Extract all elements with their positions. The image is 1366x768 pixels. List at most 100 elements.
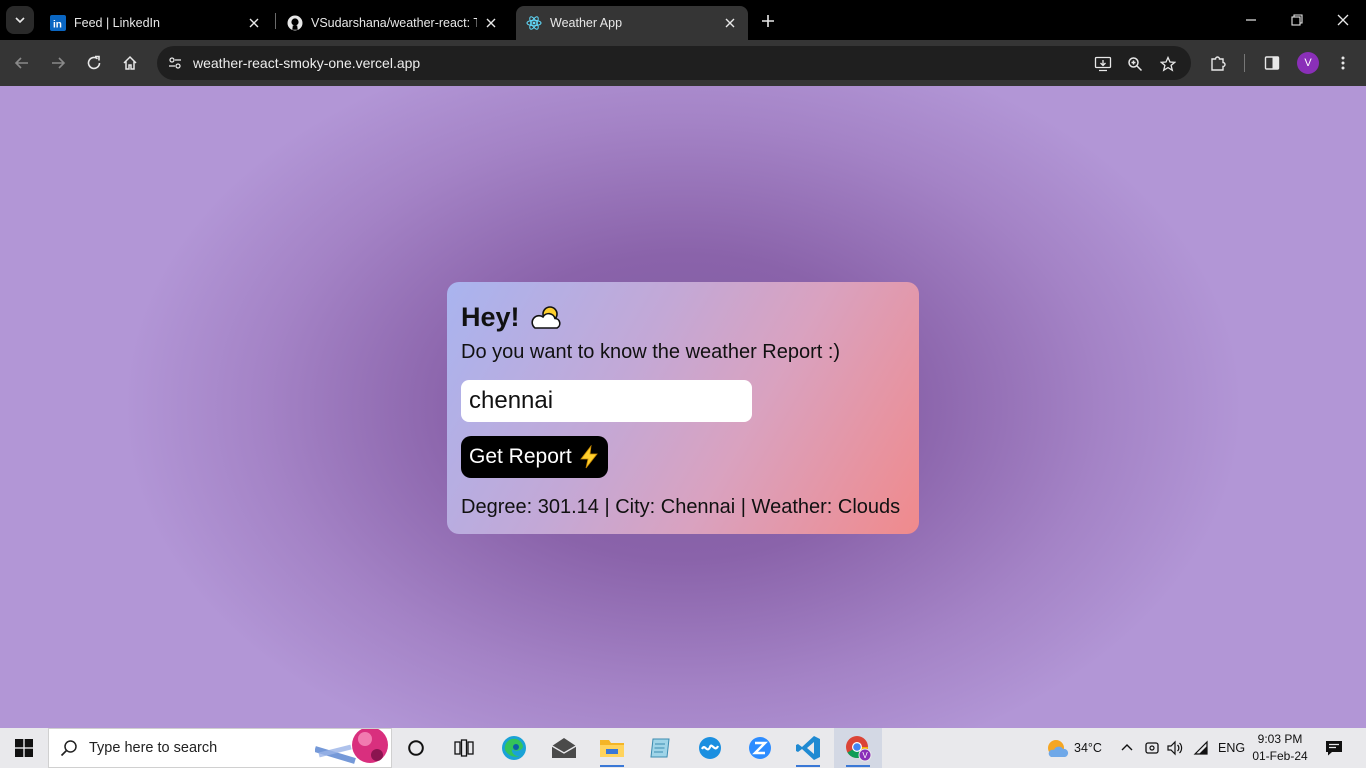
weather-temperature[interactable]: 34°C — [1074, 741, 1102, 755]
windows-icon — [15, 739, 33, 757]
mail-icon — [551, 738, 577, 758]
notification-icon — [1326, 741, 1342, 756]
weather-widget-icon[interactable] — [1044, 738, 1070, 758]
bookmark-star-icon[interactable] — [1158, 54, 1178, 74]
browser-tab-strip: in Feed | LinkedIn VSudarshana/weather-r… — [0, 0, 1366, 40]
system-clock[interactable]: 9:03 PM 01-Feb-24 — [1240, 731, 1320, 765]
plus-icon — [762, 15, 774, 27]
lightning-icon — [579, 445, 598, 469]
install-app-icon[interactable] — [1093, 54, 1113, 74]
browser-toolbar: weather-react-smoky-one.vercel.app — [0, 40, 1366, 86]
volume-icon[interactable] — [1165, 738, 1185, 758]
taskbar-zoom[interactable] — [736, 728, 784, 768]
clock-time: 9:03 PM — [1257, 732, 1303, 746]
side-panel-icon — [1264, 56, 1280, 70]
linkedin-icon: in — [50, 15, 66, 31]
vscode-icon — [796, 736, 820, 760]
search-icon — [49, 728, 89, 768]
cortana-circle-icon — [408, 740, 424, 756]
svg-text:V: V — [862, 751, 868, 760]
page-viewport: Hey! Do you want to know the weather Rep… — [0, 86, 1366, 728]
site-settings-icon[interactable] — [165, 53, 185, 73]
card-subtitle: Do you want to know the weather Report :… — [461, 341, 841, 363]
home-button[interactable] — [118, 51, 142, 75]
toolbar-divider — [1244, 54, 1245, 72]
browser-menu-button[interactable] — [1331, 51, 1355, 75]
tab-title: Feed | LinkedIn — [74, 16, 160, 30]
profile-avatar[interactable]: V — [1297, 52, 1319, 74]
arrow-right-icon — [52, 57, 66, 69]
back-button[interactable] — [10, 51, 34, 75]
card-title-text: Hey! — [461, 302, 520, 332]
notifications-button[interactable] — [1323, 738, 1345, 758]
search-placeholder: Type here to search — [89, 740, 218, 756]
weather-result: Degree: 301.14 | City: Chennai | Weather… — [461, 496, 901, 518]
wifi-icon[interactable] — [1191, 738, 1211, 758]
zoom-icon[interactable] — [1125, 54, 1145, 74]
tab-weather-app[interactable]: Weather App — [516, 6, 748, 40]
tab-github[interactable]: VSudarshana/weather-react: Th — [277, 6, 509, 40]
tab-title: VSudarshana/weather-react: Th — [311, 16, 477, 30]
running-indicator — [846, 765, 870, 767]
extensions-button[interactable] — [1206, 51, 1230, 75]
tab-separator — [275, 13, 276, 29]
arrow-left-icon — [14, 57, 28, 69]
taskbar-vscode[interactable] — [784, 728, 832, 768]
start-button[interactable] — [0, 728, 48, 768]
get-report-label: Get Report — [469, 445, 572, 468]
taskbar-edge[interactable] — [490, 728, 538, 768]
taskbar-task-view[interactable] — [440, 728, 488, 768]
close-icon — [1337, 14, 1349, 26]
taskbar-chrome[interactable]: V — [834, 728, 882, 768]
puzzle-icon — [1211, 56, 1226, 71]
running-indicator — [796, 765, 820, 767]
url-text: weather-react-smoky-one.vercel.app — [193, 55, 421, 71]
minimize-icon — [1246, 19, 1256, 21]
notes-icon — [650, 738, 670, 758]
taskbar-file-explorer[interactable] — [588, 728, 636, 768]
address-bar[interactable]: weather-react-smoky-one.vercel.app — [157, 46, 1191, 80]
close-icon[interactable] — [246, 15, 262, 31]
task-view-icon — [454, 739, 474, 757]
edge-icon — [502, 736, 526, 760]
taskbar-notes-app[interactable] — [636, 728, 684, 768]
tab-search-button[interactable] — [6, 6, 34, 34]
side-panel-button[interactable] — [1260, 51, 1284, 75]
taskbar-cortana[interactable] — [392, 728, 440, 768]
restore-icon — [1291, 14, 1303, 26]
camera-tray-icon[interactable] — [1142, 738, 1162, 758]
close-window-button[interactable] — [1330, 8, 1356, 32]
more-vertical-icon — [1341, 56, 1345, 70]
taskbar-search[interactable]: Type here to search — [48, 728, 392, 768]
tab-title: Weather App — [550, 16, 623, 30]
weather-card: Hey! Do you want to know the weather Rep… — [447, 282, 919, 534]
sun-behind-cloud-icon — [530, 305, 561, 329]
github-icon — [287, 15, 303, 31]
react-icon — [526, 15, 542, 31]
card-title: Hey! — [461, 302, 564, 333]
wave-app-icon — [699, 737, 721, 759]
svg-text:in: in — [53, 20, 62, 31]
city-input[interactable] — [461, 380, 752, 422]
show-hidden-icons[interactable] — [1117, 738, 1137, 758]
tab-linkedin[interactable]: in Feed | LinkedIn — [40, 6, 272, 40]
search-highlight-illustration-icon — [315, 729, 388, 764]
get-report-button[interactable]: Get Report — [461, 436, 608, 478]
new-tab-button[interactable] — [756, 9, 780, 33]
zoom-app-icon — [749, 737, 771, 759]
reload-button[interactable] — [82, 51, 106, 75]
taskbar-app-blue[interactable] — [686, 728, 734, 768]
clock-date: 01-Feb-24 — [1252, 749, 1308, 763]
home-icon — [123, 55, 137, 70]
chevron-down-icon — [15, 17, 25, 24]
restore-button[interactable] — [1284, 8, 1310, 32]
minimize-button[interactable] — [1238, 8, 1264, 32]
folder-icon — [600, 740, 624, 757]
forward-button[interactable] — [46, 51, 70, 75]
chrome-icon: V — [846, 736, 872, 762]
reload-icon — [87, 55, 101, 70]
close-icon[interactable] — [483, 15, 499, 31]
taskbar-mail[interactable] — [540, 728, 588, 768]
windows-taskbar: Type here to search V 34°C ENG 9:03 PM 0… — [0, 728, 1366, 768]
close-icon[interactable] — [722, 15, 738, 31]
